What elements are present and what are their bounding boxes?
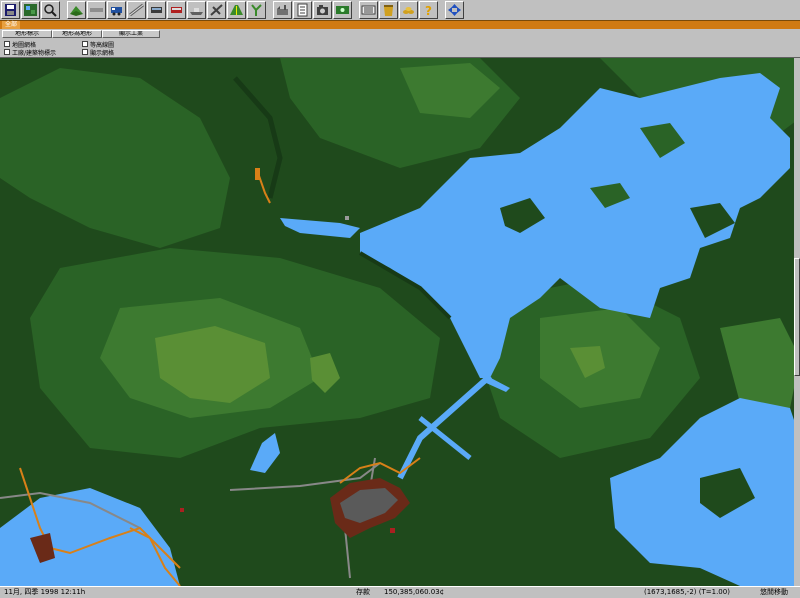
scroll-thumb[interactable] bbox=[794, 258, 800, 376]
fork-icon bbox=[251, 4, 262, 16]
checkbox[interactable] bbox=[4, 49, 10, 55]
map-scrollbar[interactable] bbox=[794, 58, 800, 586]
fork-button[interactable] bbox=[247, 1, 266, 19]
header-terrain-type[interactable]: 地形為地形 bbox=[52, 30, 102, 38]
ship-icon bbox=[190, 8, 203, 15]
finance-button[interactable] bbox=[333, 1, 352, 19]
option-label: 工廠/建築物標示 bbox=[12, 49, 57, 57]
list-icon bbox=[361, 5, 376, 15]
map-icon bbox=[24, 4, 37, 16]
bus-button[interactable] bbox=[167, 1, 186, 19]
cursor-coordinates: (1673,1685,-2) (T=1.00) bbox=[644, 588, 730, 596]
coins-button[interactable] bbox=[399, 1, 418, 19]
rail-icon bbox=[90, 8, 103, 12]
building bbox=[255, 168, 260, 180]
tab-strip: 全部 bbox=[0, 20, 800, 29]
magnifier-icon bbox=[44, 4, 57, 17]
road-icon bbox=[230, 5, 243, 15]
aircraft-icon bbox=[210, 4, 223, 16]
tram-icon bbox=[151, 7, 162, 13]
save-button[interactable] bbox=[1, 1, 20, 19]
document-icon bbox=[297, 3, 308, 17]
list-button[interactable] bbox=[359, 1, 378, 19]
terrain-icon bbox=[70, 6, 83, 16]
tram-button[interactable] bbox=[147, 1, 166, 19]
magnifier-button[interactable] bbox=[41, 1, 60, 19]
game-map[interactable] bbox=[0, 58, 800, 586]
help-button[interactable]: ? bbox=[419, 1, 438, 19]
rail-button[interactable] bbox=[87, 1, 106, 19]
money-value: 150,385,060.03¢ bbox=[384, 588, 445, 596]
rail-track-icon bbox=[129, 3, 144, 17]
map-button[interactable] bbox=[21, 1, 40, 19]
bus-icon bbox=[171, 7, 182, 13]
option-show-grid[interactable]: 顯示網格 bbox=[82, 48, 115, 57]
ship-button[interactable] bbox=[187, 1, 206, 19]
building bbox=[390, 528, 395, 533]
train-button[interactable] bbox=[107, 1, 126, 19]
status-bar: 11月, 四季 1998 12:11h 存款 150,385,060.03¢ (… bbox=[0, 586, 800, 598]
option-label: 顯示網格 bbox=[90, 49, 115, 57]
checkbox[interactable] bbox=[82, 41, 88, 47]
checkbox[interactable] bbox=[4, 41, 10, 47]
aircraft-button[interactable] bbox=[207, 1, 226, 19]
main-toolbar: ? bbox=[0, 0, 800, 20]
map-options-panel: 地形標示 地形為地形 顯示工業 地圖網格 工廠/建築物標示 等高線圖 顯示網格 bbox=[0, 29, 800, 58]
rail-track-button[interactable] bbox=[127, 1, 146, 19]
building bbox=[180, 508, 184, 512]
factory-button[interactable] bbox=[273, 1, 292, 19]
header-terrain-label[interactable]: 地形標示 bbox=[2, 30, 52, 38]
factory-icon bbox=[277, 5, 288, 15]
game-date: 11月, 四季 1998 12:11h bbox=[4, 588, 86, 596]
finance-icon bbox=[336, 6, 349, 14]
scroll-arrows-button[interactable] bbox=[445, 1, 464, 19]
bucket-button[interactable] bbox=[379, 1, 398, 19]
bucket-icon bbox=[384, 5, 393, 16]
coins-icon bbox=[403, 7, 414, 14]
option-factory-labels[interactable]: 工廠/建築物標示 bbox=[4, 48, 57, 57]
header-show-industry[interactable]: 顯示工業 bbox=[102, 30, 160, 38]
building bbox=[345, 216, 349, 220]
money-label: 存款 bbox=[356, 588, 370, 596]
train-icon bbox=[111, 7, 122, 16]
scroll-arrows-icon bbox=[448, 4, 461, 16]
save-icon bbox=[5, 4, 16, 16]
help-icon: ? bbox=[425, 4, 432, 17]
status-extra: 悠閒移動 bbox=[760, 588, 788, 596]
tab-all[interactable]: 全部 bbox=[2, 21, 21, 29]
road-button[interactable] bbox=[227, 1, 246, 19]
document-button[interactable] bbox=[293, 1, 312, 19]
camera-button[interactable] bbox=[313, 1, 332, 19]
checkbox[interactable] bbox=[82, 49, 88, 55]
camera-icon bbox=[317, 5, 328, 15]
terrain-button[interactable] bbox=[67, 1, 86, 19]
svg-text:?: ? bbox=[425, 4, 432, 17]
